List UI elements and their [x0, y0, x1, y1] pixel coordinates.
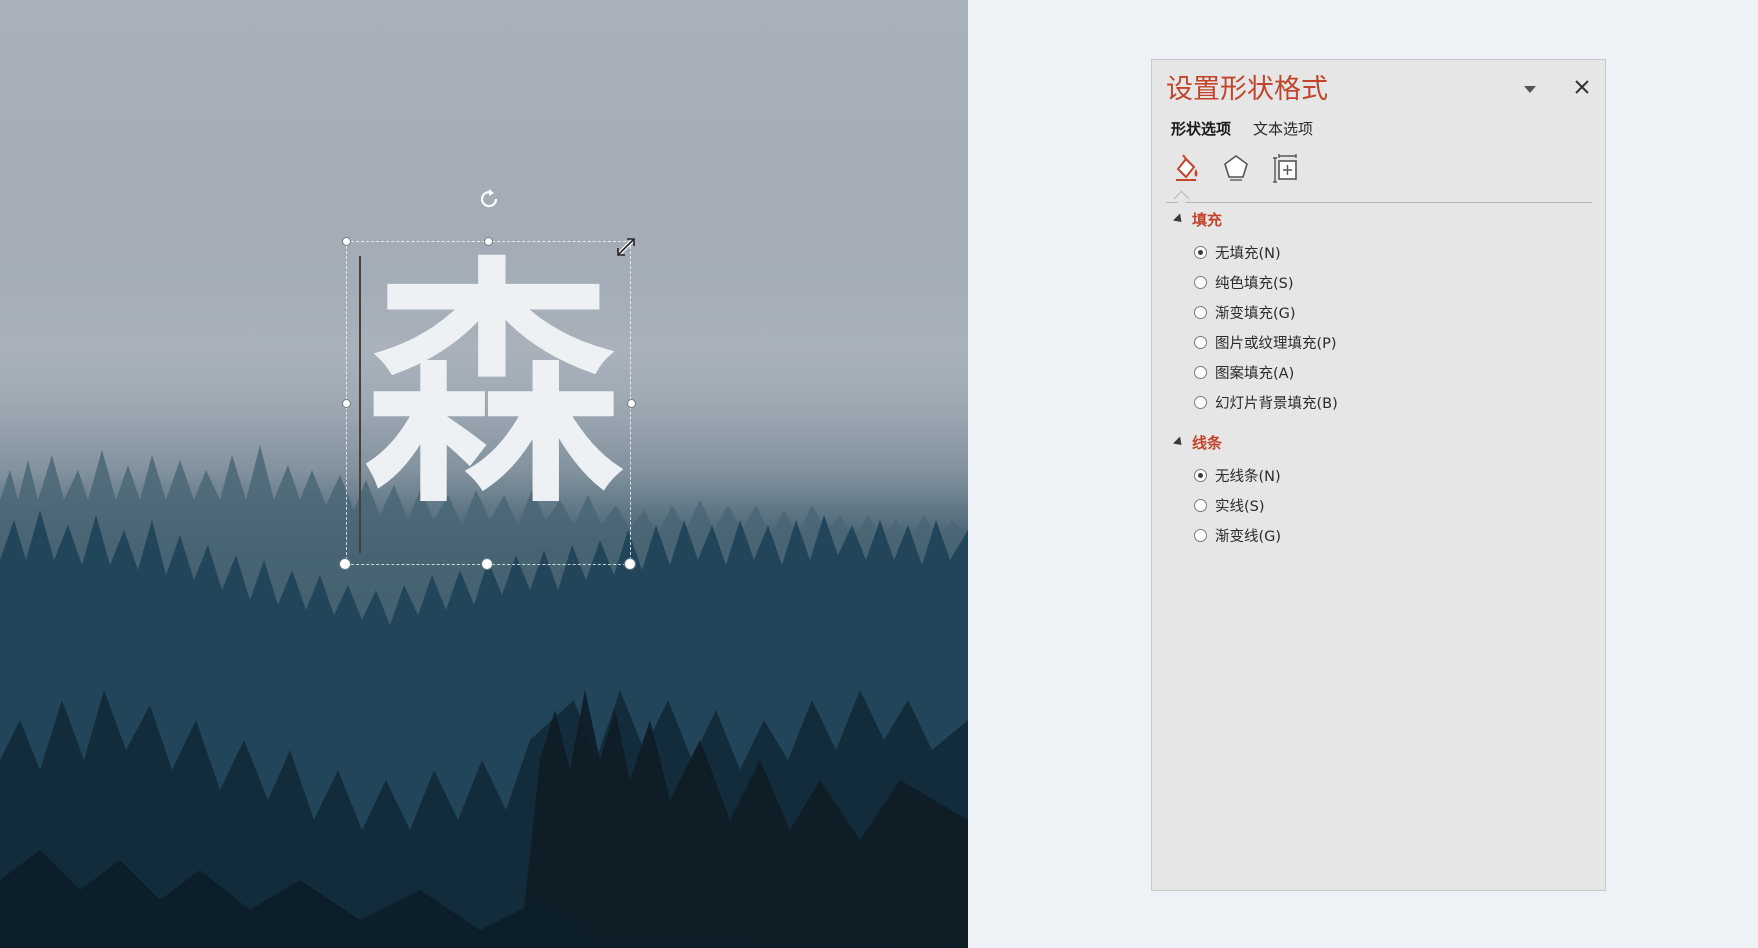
resize-handle-top-left[interactable] [342, 237, 351, 246]
text-cursor [359, 256, 361, 553]
selected-category-indicator [1173, 190, 1190, 207]
collapse-triangle-icon [1172, 436, 1186, 449]
radio-solid-fill[interactable]: 纯色填充(S) [1194, 272, 1294, 293]
radio-no-line[interactable]: 无线条(N) [1194, 465, 1281, 486]
diagonal-resize-cursor-icon [616, 237, 636, 257]
radio-picture-texture-fill[interactable]: 图片或纹理填充(P) [1194, 332, 1337, 353]
format-shape-pane: 设置形状格式 形状选项 文本选项 填充 无填充(N) 纯色填充(S) 渐变填充(… [1151, 59, 1606, 891]
resize-handle-bottom-right[interactable] [624, 558, 636, 570]
resize-handle-top-center[interactable] [484, 237, 493, 246]
rotate-handle-icon[interactable] [476, 186, 502, 212]
radio-solid-line[interactable]: 实线(S) [1194, 495, 1265, 516]
radio-gradient-fill[interactable]: 渐变填充(G) [1194, 302, 1296, 323]
option-label: 图片或纹理填充(P) [1215, 336, 1337, 352]
effects-pentagon-icon[interactable] [1222, 153, 1250, 183]
category-icon-row [1172, 153, 1300, 183]
section-header-fill[interactable]: 填充 [1172, 209, 1223, 230]
radio-button[interactable] [1194, 306, 1207, 319]
radio-button[interactable] [1194, 246, 1207, 259]
size-properties-icon[interactable] [1272, 153, 1300, 183]
radio-button[interactable] [1194, 366, 1207, 379]
text-box-content[interactable]: 森 [362, 236, 624, 536]
option-label: 无线条(N) [1215, 469, 1281, 485]
resize-handle-bottom-center[interactable] [481, 558, 493, 570]
resize-handle-middle-right[interactable] [627, 399, 636, 408]
radio-button[interactable] [1194, 396, 1207, 409]
resize-handle-bottom-left[interactable] [339, 558, 351, 570]
option-label: 无填充(N) [1215, 246, 1281, 262]
section-title-fill: 填充 [1192, 211, 1223, 229]
radio-button[interactable] [1194, 336, 1207, 349]
slide-canvas[interactable]: 森 [0, 0, 968, 948]
radio-button[interactable] [1194, 469, 1207, 482]
option-label: 纯色填充(S) [1215, 276, 1294, 292]
radio-slide-background-fill[interactable]: 幻灯片背景填充(B) [1194, 392, 1338, 413]
radio-button[interactable] [1194, 529, 1207, 542]
option-label: 图案填充(A) [1215, 366, 1295, 382]
option-label: 幻灯片背景填充(B) [1215, 396, 1338, 412]
radio-pattern-fill[interactable]: 图案填充(A) [1194, 362, 1294, 383]
close-icon[interactable] [1571, 76, 1593, 98]
collapse-triangle-icon [1172, 213, 1186, 226]
option-label: 渐变填充(G) [1215, 306, 1296, 322]
section-header-line[interactable]: 线条 [1172, 432, 1223, 453]
pane-tabs: 形状选项 文本选项 [1171, 118, 1313, 139]
resize-handle-middle-left[interactable] [342, 399, 351, 408]
option-label: 渐变线(G) [1215, 529, 1282, 545]
section-title-line: 线条 [1192, 434, 1223, 452]
pane-options-dropdown-icon[interactable] [1520, 80, 1540, 98]
tab-text-options[interactable]: 文本选项 [1253, 118, 1313, 139]
pane-title: 设置形状格式 [1166, 74, 1328, 105]
radio-gradient-line[interactable]: 渐变线(G) [1194, 525, 1281, 546]
radio-no-fill[interactable]: 无填充(N) [1194, 242, 1281, 263]
fill-line-icon[interactable] [1172, 153, 1200, 183]
radio-button[interactable] [1194, 276, 1207, 289]
radio-button[interactable] [1194, 499, 1207, 512]
option-label: 实线(S) [1215, 499, 1265, 515]
pane-divider [1166, 202, 1592, 203]
tab-shape-options[interactable]: 形状选项 [1171, 118, 1231, 139]
